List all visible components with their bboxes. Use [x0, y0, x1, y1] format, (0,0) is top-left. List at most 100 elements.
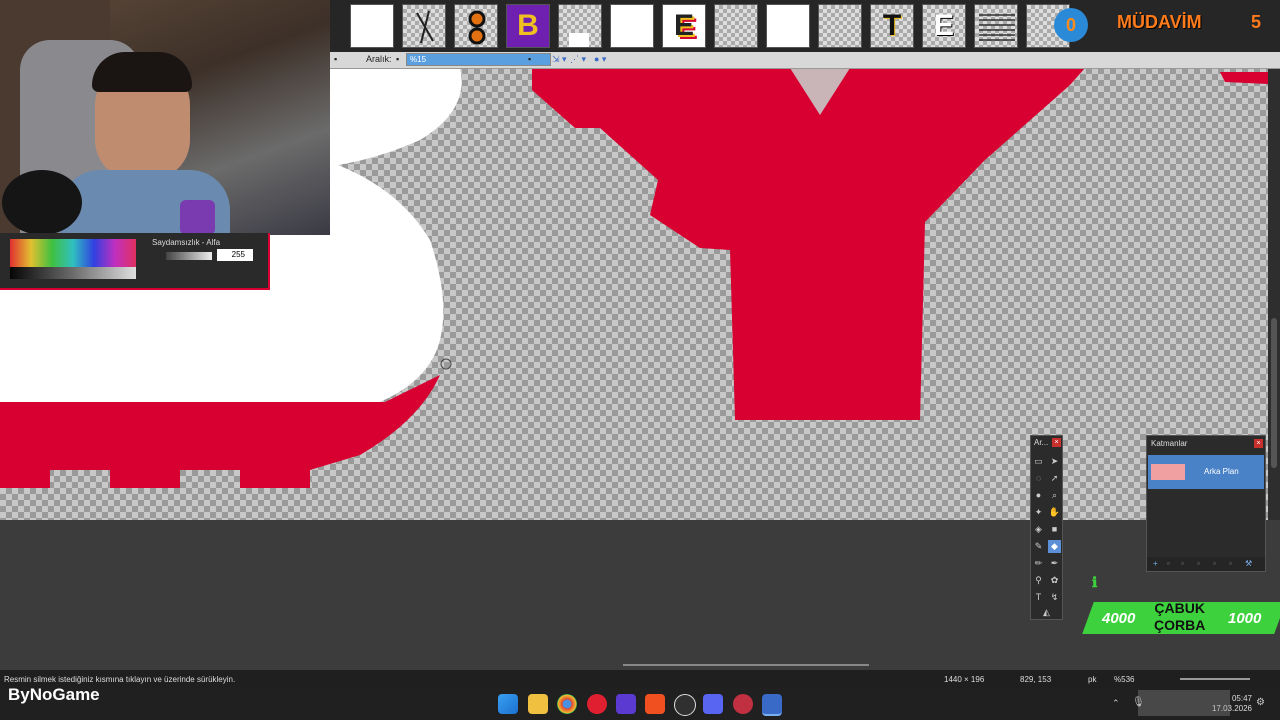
dropdown-icon[interactable]: ▪ [528, 54, 531, 64]
shapes-icon[interactable]: ◭ [1040, 606, 1053, 619]
brave-icon[interactable] [645, 694, 665, 714]
image-size: 1440 × 196 [944, 675, 985, 684]
vertical-scrollbar[interactable] [1268, 68, 1280, 520]
duplicate-layer-icon[interactable]: ▫ [1181, 559, 1184, 568]
paint-bucket-icon[interactable]: ◈ [1032, 523, 1045, 536]
chrome-icon[interactable] [557, 694, 577, 714]
paintbrush-icon[interactable]: ✎ [1032, 540, 1045, 553]
move-layer-up-icon[interactable]: ▫ [1213, 559, 1216, 568]
cursor-position: 829, 153 [1020, 675, 1052, 684]
layer-item[interactable]: Arka Plan [1148, 455, 1264, 489]
text-icon[interactable]: T [1032, 591, 1045, 604]
thumbnail-5[interactable] [558, 4, 602, 48]
gradient-icon[interactable]: ■ [1048, 523, 1061, 536]
status-bar: Resmin silmek istediğiniz kısmına tıklay… [0, 664, 1280, 688]
lasso-icon[interactable]: ◌ [1032, 472, 1045, 485]
thumbnail-8[interactable] [714, 4, 758, 48]
green-marker-icon: ℹ [1092, 574, 1098, 590]
bynogame-logo: ByNoGame [8, 685, 100, 704]
thumbnail-letter: E [673, 9, 694, 42]
obs-icon[interactable] [733, 694, 753, 714]
brush-shape-dropdown[interactable]: ● ▾ [594, 54, 606, 65]
brush-toolbar: ▪ Aralık: ▪ %15 ▪ ⇲ ▾ ⋰ ▾ ● ▾ [330, 52, 1280, 69]
tools-close-button[interactable]: × [1052, 438, 1061, 447]
move-layer-down-icon[interactable]: ▫ [1229, 559, 1232, 568]
thumbnail-letter: T [882, 9, 902, 42]
move-icon[interactable]: ➤ [1048, 455, 1061, 468]
microphone [2, 170, 82, 235]
chatgpt-icon[interactable] [674, 694, 696, 716]
move-selection-icon[interactable]: ➚ [1048, 472, 1061, 485]
discord-icon[interactable] [703, 694, 723, 714]
spacing-label: Aralık: [366, 54, 392, 64]
layer-thumbnail [1151, 464, 1185, 480]
magic-wand-icon[interactable]: ✦ [1032, 506, 1045, 519]
promo-title: ÇABUK ÇORBA [1154, 600, 1205, 634]
red-y-shape [532, 68, 1085, 420]
mudavim-count: 5 [1251, 12, 1262, 32]
alpha-value-input[interactable]: 255 [217, 249, 253, 261]
promo-right-value: 1000 [1228, 610, 1262, 627]
thumbnail-12[interactable]: E [922, 4, 966, 48]
opacity-label: Saydamsızlık - Alfa [152, 238, 221, 247]
tray-overlay [1138, 690, 1230, 716]
color-swatch-grid[interactable] [10, 239, 136, 267]
light-device [180, 200, 215, 235]
ellipse-select-icon[interactable]: ● [1032, 489, 1045, 502]
recolor-icon[interactable]: ✿ [1048, 574, 1061, 587]
color-palette-panel: Saydamsızlık - Alfa 255 [0, 233, 270, 290]
pencil-icon[interactable]: ✏ [1032, 557, 1045, 570]
pan-icon[interactable]: ✋ [1048, 506, 1061, 519]
layer-properties-icon[interactable]: ⚒ [1245, 559, 1252, 568]
rectangle-select-icon[interactable]: ▭ [1032, 455, 1045, 468]
windows-taskbar: ⌃ 🎙 05:47 17.03.2026 ⚙ [0, 688, 1280, 720]
red-corner-shape [1220, 72, 1268, 84]
thumbnail-10[interactable] [818, 4, 862, 48]
layer-name: Arka Plan [1204, 467, 1239, 476]
clone-stamp-icon[interactable]: ⚲ [1032, 574, 1045, 587]
paint-net-icon[interactable] [762, 694, 782, 716]
thumbnail-4[interactable]: B [506, 4, 550, 48]
horizontal-scrollbar[interactable] [623, 664, 869, 666]
line-curve-icon[interactable]: ↯ [1048, 591, 1061, 604]
layers-footer-toolbar: + ▫ ▫ ▫ ▫ ▫ ⚒ [1147, 557, 1265, 571]
promo-left-value: 4000 [1102, 610, 1136, 627]
alpha-slider[interactable] [166, 252, 212, 260]
gray-swatch-row[interactable] [10, 267, 136, 279]
thumbnail-11[interactable]: T [870, 4, 914, 48]
layers-close-button[interactable]: × [1254, 439, 1263, 448]
layers-panel: Katmanlar × Arka Plan + ▫ ▫ ▫ ▫ ▫ ⚒ [1146, 435, 1266, 572]
promo-title-line1: ÇABUK [1154, 600, 1205, 616]
add-layer-icon[interactable]: + [1153, 559, 1158, 568]
delete-layer-icon[interactable]: ▫ [1167, 559, 1170, 568]
opera-icon[interactable] [587, 694, 607, 714]
thumbnail-3[interactable] [454, 4, 498, 48]
start-icon[interactable] [498, 694, 518, 714]
zoom-level[interactable]: %536 [1114, 675, 1134, 684]
tools-panel: Ar... × ▭ ➤ ◌ ➚ ● ⌕ ✦ ✋ ◈ ■ ✎ ◆ ✏ ✒ ⚲ ✿ … [1030, 435, 1063, 620]
unit-selector[interactable]: pk [1088, 675, 1096, 684]
thumbnail-7[interactable]: E [662, 4, 706, 48]
zoom-icon[interactable]: ⌕ [1048, 489, 1061, 502]
app-icon[interactable] [616, 694, 636, 714]
thumbnail-9[interactable] [766, 4, 810, 48]
file-explorer-icon[interactable] [528, 694, 548, 714]
merge-layer-icon[interactable]: ▫ [1197, 559, 1200, 568]
tray-overflow-icon[interactable]: ⌃ [1112, 698, 1120, 709]
spacing-icon: ▪ [396, 54, 400, 64]
thumbnail-13[interactable] [974, 4, 1018, 48]
antialias-dropdown[interactable]: ⇲ ▾ [552, 54, 567, 65]
zoom-slider[interactable] [1180, 678, 1250, 680]
thumbnail-1[interactable] [350, 4, 394, 48]
notification-icon[interactable]: ⚙ [1256, 697, 1265, 708]
person-hair [92, 52, 192, 92]
thumbnail-6[interactable] [610, 4, 654, 48]
eraser-icon[interactable]: ◆ [1048, 540, 1061, 553]
color-picker-icon[interactable]: ✒ [1048, 557, 1061, 570]
eraser-cursor-icon [440, 358, 452, 370]
toolbar-icon[interactable]: ▪ [334, 54, 337, 64]
scrollbar-thumb[interactable] [1271, 318, 1277, 468]
thumbnail-letter: E [933, 9, 954, 42]
blend-mode-dropdown[interactable]: ⋰ ▾ [570, 54, 586, 65]
thumbnail-2[interactable] [402, 4, 446, 48]
